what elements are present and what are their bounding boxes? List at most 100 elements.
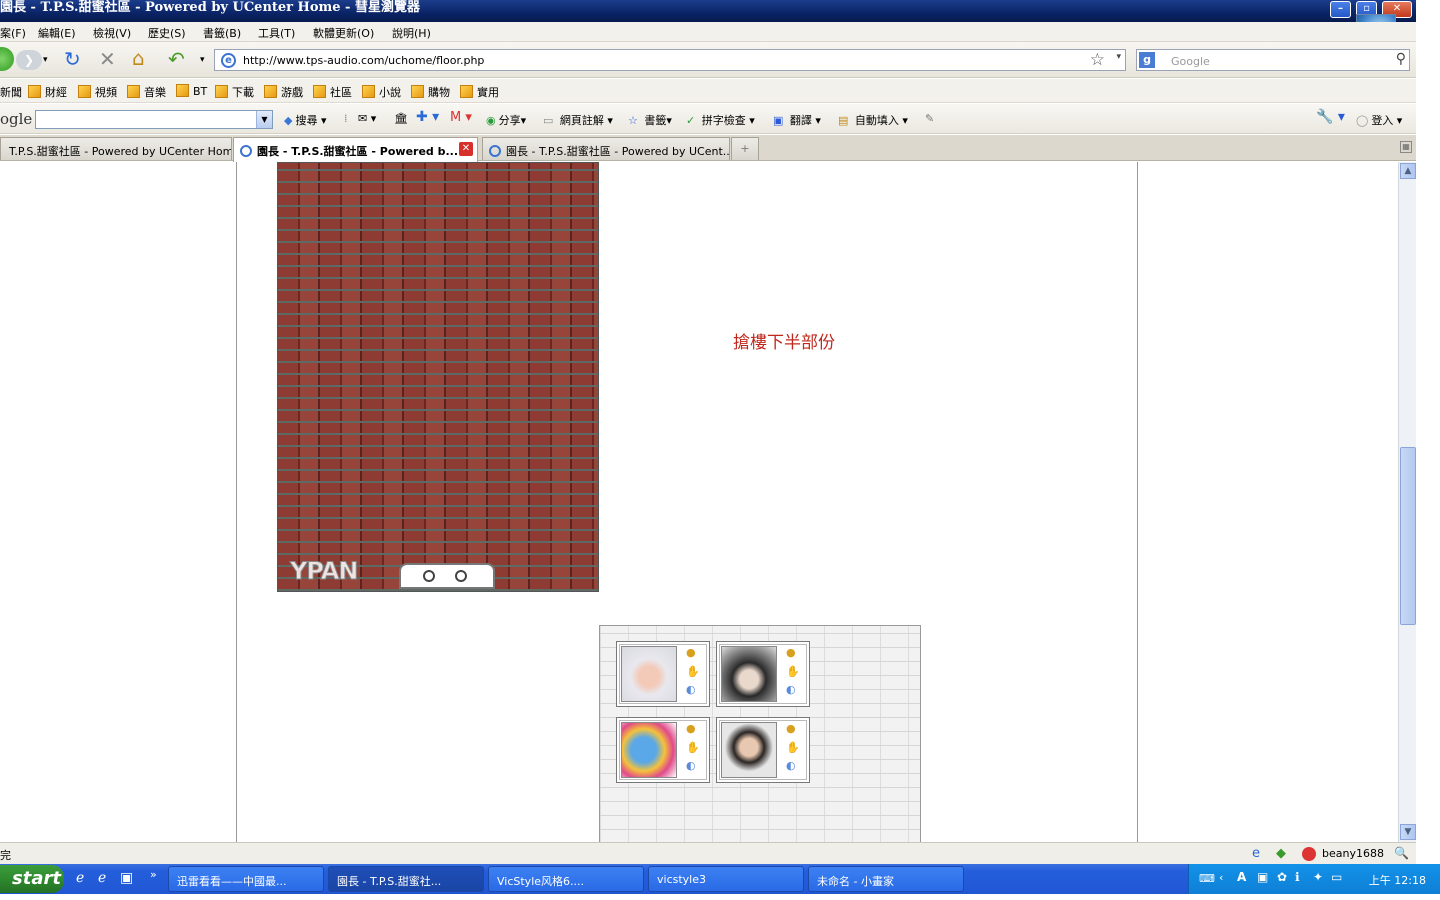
avatar[interactable] bbox=[621, 722, 677, 778]
menu-edit[interactable]: 編輯(E) bbox=[38, 25, 76, 41]
reload-icon[interactable]: ↻ bbox=[64, 47, 81, 71]
avatar[interactable] bbox=[721, 646, 777, 702]
message-icon[interactable]: ◐ bbox=[686, 684, 700, 696]
minimize-button[interactable]: – bbox=[1330, 1, 1351, 18]
back-icon[interactable] bbox=[0, 47, 14, 71]
menu-bookmarks[interactable]: 書籤(B) bbox=[203, 25, 241, 41]
notebook-button[interactable]: ▭ 網頁註解 ▾ bbox=[543, 112, 613, 128]
close-tab-icon[interactable]: ✕ bbox=[459, 142, 473, 156]
bookmarks-button[interactable]: ☆ 書籤▾ bbox=[628, 112, 672, 128]
google-search-button[interactable]: ◆ 搜尋 ▾ bbox=[284, 112, 327, 128]
tab-current[interactable]: 園長 - T.P.S.甜蜜社區 - Powered b... ✕ bbox=[233, 137, 478, 162]
taskbar-item[interactable]: 未命名 - 小畫家 bbox=[808, 866, 964, 892]
bookmark-item[interactable]: 新聞 bbox=[0, 84, 22, 100]
user-card[interactable]: ● ✋ ◐ bbox=[616, 717, 710, 783]
scroll-thumb[interactable] bbox=[1400, 447, 1416, 625]
menu-view[interactable]: 檢視(V) bbox=[93, 25, 131, 41]
menu-file[interactable]: 案(F) bbox=[0, 25, 26, 41]
bookmark-item[interactable]: BT bbox=[176, 84, 207, 98]
share-button[interactable]: ◉ 分享▾ bbox=[486, 112, 526, 128]
taskbar-item[interactable]: vicstyle3 bbox=[648, 866, 804, 892]
address-bar[interactable]: e http://www.tps-audio.com/uchome/floor.… bbox=[214, 49, 1126, 71]
news-icon[interactable]: ✉ ▾ bbox=[358, 112, 376, 125]
menu-update[interactable]: 軟體更新(O) bbox=[313, 25, 374, 41]
menu-help[interactable]: 說明(H) bbox=[392, 25, 431, 41]
bookmark-item[interactable]: 游戲 bbox=[264, 84, 303, 100]
google-icon[interactable]: g bbox=[1139, 52, 1155, 68]
ie-icon[interactable]: e bbox=[1252, 846, 1260, 861]
handshake-icon[interactable]: ✋ bbox=[686, 666, 700, 678]
address-dropdown-icon[interactable]: ▾ bbox=[1116, 52, 1121, 62]
add-icon[interactable]: ✚ ▾ bbox=[416, 109, 439, 125]
user-status-icon[interactable] bbox=[1302, 847, 1316, 861]
taskbar-item-active[interactable]: 園長 - T.P.S.甜蜜社... bbox=[328, 866, 484, 892]
firefox-icon[interactable]: ℯ bbox=[98, 870, 106, 886]
handshake-icon[interactable]: ✋ bbox=[786, 742, 800, 754]
tab-list-icon[interactable]: ▦ bbox=[1400, 141, 1412, 153]
tab-home[interactable]: T.P.S.甜蜜社區 - Powered by UCenter Home bbox=[0, 137, 232, 160]
bookmark-item[interactable]: 視頻 bbox=[78, 84, 117, 100]
stop-icon[interactable]: ✕ bbox=[99, 47, 116, 71]
search-input[interactable]: Google bbox=[1171, 55, 1210, 68]
bank-icon[interactable]: 🏛 bbox=[394, 112, 408, 125]
quicklaunch-more-icon[interactable]: » bbox=[150, 868, 157, 881]
login-button[interactable]: ◯ 登入 ▾ bbox=[1356, 112, 1402, 128]
user-card[interactable]: ● ✋ ◐ bbox=[716, 717, 810, 783]
avatar[interactable] bbox=[621, 646, 677, 702]
highlighter-icon[interactable]: ✎ bbox=[925, 112, 934, 125]
tab-other[interactable]: 園長 - T.P.S.甜蜜社區 - Powered by UCent... bbox=[482, 137, 730, 160]
undo-dropdown-icon[interactable]: ▾ bbox=[200, 48, 205, 72]
scroll-up-icon[interactable]: ▲ bbox=[1400, 163, 1416, 179]
bookmark-item[interactable]: 購物 bbox=[411, 84, 450, 100]
ie-icon[interactable]: ℯ bbox=[76, 870, 84, 886]
info-icon[interactable]: ℹ bbox=[1295, 870, 1300, 884]
translate-button[interactable]: ▣ 翻譯 ▾ bbox=[773, 112, 821, 128]
undo-close-icon[interactable]: ↶ bbox=[168, 47, 185, 71]
message-icon[interactable]: ◐ bbox=[686, 760, 700, 772]
user-card[interactable]: ● ✋ ◐ bbox=[716, 641, 810, 707]
wrench-icon[interactable]: 🔧 ▾ bbox=[1316, 109, 1345, 125]
media-icon[interactable]: ▣ bbox=[120, 870, 133, 886]
security-icon[interactable]: ✿ bbox=[1277, 870, 1287, 884]
scroll-down-icon[interactable]: ▼ bbox=[1400, 824, 1416, 840]
google-search-input[interactable]: ▼ bbox=[35, 110, 273, 129]
update-icon[interactable]: ✦ bbox=[1313, 870, 1323, 884]
chevron-down-icon[interactable]: ▼ bbox=[256, 111, 272, 128]
network-icon[interactable]: ▣ bbox=[1257, 870, 1268, 884]
start-button[interactable]: start bbox=[0, 865, 64, 893]
new-tab-button[interactable]: + bbox=[731, 137, 759, 160]
tray-expand-icon[interactable]: ‹ bbox=[1219, 871, 1223, 884]
message-icon[interactable]: ◐ bbox=[786, 684, 800, 696]
search-box[interactable]: g Google ⚲ bbox=[1136, 49, 1410, 71]
message-icon[interactable]: ◐ bbox=[786, 760, 800, 772]
tag-icon[interactable]: ◆ bbox=[1276, 846, 1286, 861]
bookmark-item[interactable]: 財經 bbox=[28, 84, 67, 100]
vertical-scrollbar[interactable]: ▲ ▼ bbox=[1398, 162, 1416, 842]
home-icon[interactable]: ⌂ bbox=[132, 46, 145, 70]
autofill-button[interactable]: ▤ 自動填入 ▾ bbox=[838, 112, 908, 128]
search-icon[interactable]: ⚲ bbox=[1396, 51, 1406, 67]
taskbar-item[interactable]: VicStyle风格6.... bbox=[488, 866, 644, 892]
bookmark-item[interactable]: 小說 bbox=[362, 84, 401, 100]
history-dropdown-icon[interactable]: ▾ bbox=[43, 48, 48, 72]
ime-icon[interactable]: A bbox=[1237, 870, 1246, 884]
coin-icon[interactable]: ● bbox=[686, 723, 700, 735]
bookmark-item[interactable]: 下載 bbox=[215, 84, 254, 100]
coin-icon[interactable]: ● bbox=[686, 647, 700, 659]
spellcheck-button[interactable]: ✓ 拼字檢查 ▾ bbox=[686, 112, 755, 128]
coin-icon[interactable]: ● bbox=[786, 723, 800, 735]
menu-tools[interactable]: 工具(T) bbox=[258, 25, 295, 41]
zoom-icon[interactable]: 🔍 bbox=[1394, 846, 1409, 860]
menu-history[interactable]: 歷史(S) bbox=[148, 25, 186, 41]
bookmark-item[interactable]: 實用 bbox=[460, 84, 499, 100]
clock[interactable]: 上午 12:18 bbox=[1369, 872, 1426, 888]
bookmark-item[interactable]: 音樂 bbox=[127, 84, 166, 100]
forward-icon[interactable]: ❯ bbox=[16, 50, 42, 70]
gmail-icon[interactable]: M ▾ bbox=[450, 110, 472, 125]
keyboard-icon[interactable]: ⌨ bbox=[1199, 872, 1215, 885]
bookmark-item[interactable]: 社區 bbox=[313, 84, 352, 100]
handshake-icon[interactable]: ✋ bbox=[786, 666, 800, 678]
coin-icon[interactable]: ● bbox=[786, 647, 800, 659]
star-bookmark-icon[interactable]: ☆ bbox=[1090, 50, 1105, 70]
battery-icon[interactable]: ▭ bbox=[1331, 870, 1342, 884]
